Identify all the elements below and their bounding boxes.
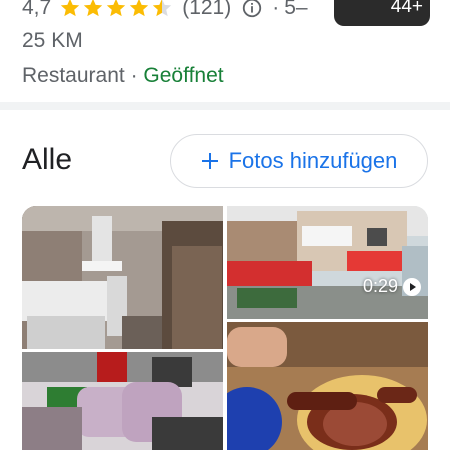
distance-prefix: 5–	[284, 0, 308, 19]
food-image	[227, 322, 428, 450]
star-icon	[107, 0, 126, 17]
section-divider	[0, 102, 450, 110]
interior-image	[22, 206, 223, 349]
star-icon	[84, 0, 103, 17]
terrace-image	[22, 352, 223, 450]
add-photos-button[interactable]: Fotos hinzufügen	[170, 134, 428, 188]
star-rating	[59, 0, 174, 19]
exterior-image	[227, 206, 428, 319]
photo-count-thumbnail[interactable]: 44+	[334, 0, 430, 26]
rating-row[interactable]: 4,7 (121) · 5–	[22, 0, 308, 24]
open-status: Geöffnet	[143, 64, 224, 87]
photo-video-exterior[interactable]: 0:29	[227, 206, 428, 319]
photo-terrace-chairs[interactable]	[22, 352, 223, 450]
separator-dot: ·	[272, 0, 280, 19]
plus-icon	[201, 153, 218, 169]
section-title: Alle	[22, 143, 73, 176]
photo-grilled-meat[interactable]	[227, 322, 428, 450]
star-icon	[61, 0, 80, 17]
photo-count-badge: 44+	[390, 0, 423, 17]
review-count: (121)	[182, 0, 232, 19]
play-icon	[403, 278, 421, 296]
distance-range: 25 KM	[22, 29, 83, 52]
half-star-icon	[153, 0, 172, 17]
place-header: 4,7 (121) · 5– 25 KM Restaurant · Geöffn…	[0, 0, 450, 100]
add-photos-label: Fotos hinzufügen	[228, 148, 398, 173]
star-icon	[130, 0, 149, 17]
category-label: Restaurant	[22, 64, 125, 87]
category-status: Restaurant · Geöffnet	[22, 64, 224, 88]
photo-restaurant-interior[interactable]	[22, 206, 223, 349]
video-duration: 0:29	[362, 276, 398, 296]
separator-dot: ·	[130, 64, 138, 87]
info-icon[interactable]	[241, 0, 263, 19]
rating-value: 4,7	[22, 0, 52, 19]
